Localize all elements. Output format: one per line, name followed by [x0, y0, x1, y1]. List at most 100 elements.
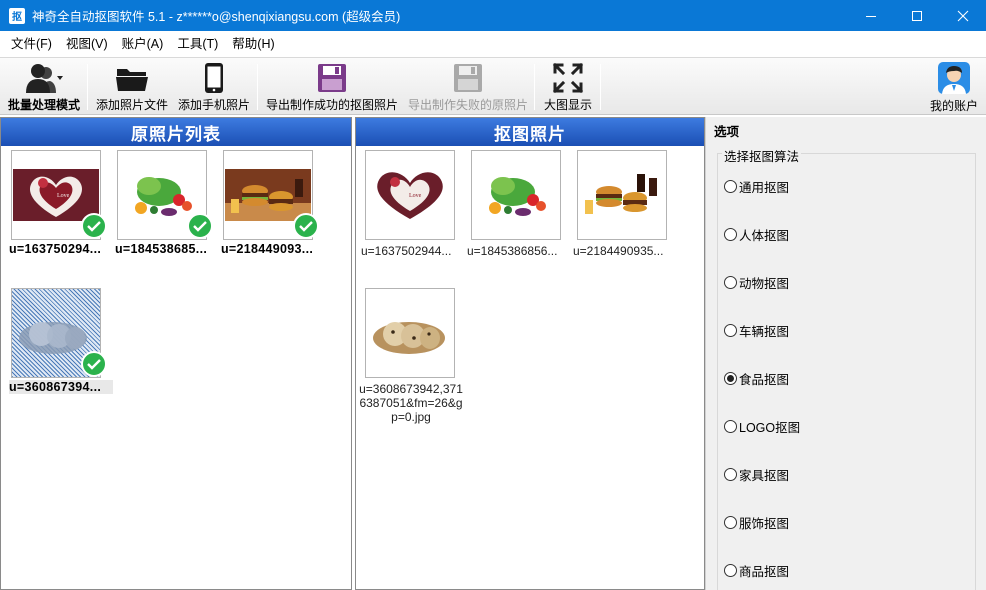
batch-mode-button[interactable]: 批量处理模式 — [6, 61, 82, 113]
svg-text:Love: Love — [57, 193, 70, 199]
radio-label: 家具抠图 — [739, 469, 790, 483]
thumbnail — [365, 288, 455, 378]
radio-product[interactable]: 商品抠图 — [724, 561, 789, 580]
save-icon — [318, 63, 346, 92]
bread-cutout-image — [373, 322, 445, 354]
radio-button[interactable] — [724, 276, 737, 289]
add-files-button[interactable]: 添加照片文件 — [94, 61, 170, 113]
toolbar-separator — [257, 64, 258, 110]
burgers-cutout-image — [585, 174, 657, 214]
minimize-icon — [866, 15, 876, 17]
thumbnail — [471, 150, 561, 240]
close-button[interactable] — [940, 0, 986, 31]
minimize-button[interactable] — [848, 0, 894, 31]
menu-bar: 文件(F) 视图(V) 账户(A) 工具(T) 帮助(H) — [0, 31, 986, 57]
menu-tools[interactable]: 工具(T) — [170, 31, 225, 57]
radio-furniture[interactable]: 家具抠图 — [724, 465, 789, 484]
file-name: u=218449093... — [221, 242, 314, 256]
burgers-image — [225, 169, 311, 221]
maximize-icon — [912, 10, 922, 21]
radio-button[interactable] — [724, 516, 737, 529]
account-avatar-icon — [938, 62, 970, 94]
options-title: 选项 — [714, 125, 740, 139]
radio-label: 动物抠图 — [739, 277, 790, 291]
algorithm-group-title: 选择抠图算法 — [722, 146, 802, 165]
radio-vehicle[interactable]: 车辆抠图 — [724, 321, 789, 340]
radio-logo[interactable]: LOGO抠图 — [724, 417, 800, 436]
file-name: u=1845386856... — [467, 244, 558, 258]
save-disabled-icon — [454, 63, 482, 92]
large-view-label: 大图显示 — [543, 98, 592, 112]
export-failed-button[interactable]: 导出制作失败的原照片 — [406, 61, 530, 113]
radio-button[interactable] — [724, 324, 737, 337]
my-account-label: 我的账户 — [929, 99, 978, 113]
file-name: u=3608673942,3716387051&fm=26&gp=0.jpg — [359, 382, 463, 424]
done-check-icon — [293, 213, 319, 239]
file-name: u=1637502944... — [361, 244, 452, 258]
export-success-button[interactable]: 导出制作成功的抠图照片 — [264, 61, 400, 113]
file-name: u=163750294... — [9, 242, 102, 256]
window-title: 神奇全自动抠图软件 5.1 - z******o@shenqixiangsu.c… — [32, 10, 401, 24]
radio-label: 车辆抠图 — [739, 325, 790, 339]
original-photos-panel: 原照片列表 Love u=163750294... u=184538685...… — [0, 117, 352, 590]
done-check-icon — [81, 213, 107, 239]
export-success-label: 导出制作成功的抠图照片 — [265, 98, 398, 112]
file-name: u=2184490935... — [573, 244, 664, 258]
radio-button[interactable] — [724, 564, 737, 577]
users-icon — [26, 63, 63, 93]
radio-button[interactable] — [724, 228, 737, 241]
file-name: u=184538685... — [115, 242, 208, 256]
radio-label: 商品抠图 — [739, 565, 790, 579]
thumbnail — [577, 150, 667, 240]
radio-button[interactable] — [724, 468, 737, 481]
radio-label: 人体抠图 — [739, 229, 790, 243]
radio-label: LOGO抠图 — [739, 421, 801, 435]
toolbar-separator — [534, 64, 535, 110]
radio-button-checked[interactable] — [724, 372, 737, 385]
radio-label: 通用抠图 — [739, 181, 790, 195]
done-check-icon — [81, 351, 107, 377]
large-view-button[interactable]: 大图显示 — [540, 61, 596, 113]
heart-cake-cutout-image: Love — [377, 172, 443, 219]
radio-animal[interactable]: 动物抠图 — [724, 273, 789, 292]
app-icon: 抠 — [9, 7, 25, 24]
add-phone-label: 添加手机照片 — [177, 98, 250, 112]
window-controls — [848, 0, 986, 31]
radio-clothing[interactable]: 服饰抠图 — [724, 513, 789, 532]
cutout-photos-header: 抠图照片 — [356, 118, 704, 146]
radio-label: 服饰抠图 — [739, 517, 790, 531]
maximize-button[interactable] — [894, 0, 940, 31]
menu-account[interactable]: 账户(A) — [115, 31, 171, 57]
svg-text:Love: Love — [409, 193, 422, 199]
add-files-label: 添加照片文件 — [95, 98, 168, 112]
radio-human[interactable]: 人体抠图 — [724, 225, 789, 244]
toolbar-separator — [600, 64, 601, 110]
toolbar-separator — [87, 64, 88, 110]
menu-view[interactable]: 视图(V) — [59, 31, 115, 57]
cutout-photos-panel: 抠图照片 Love u=1637502944... u=1845386856..… — [355, 117, 705, 590]
vegetables-cutout-image — [489, 177, 546, 216]
menu-help[interactable]: 帮助(H) — [225, 31, 281, 57]
radio-general[interactable]: 通用抠图 — [724, 177, 789, 196]
thumbnail: Love — [365, 150, 455, 240]
batch-mode-label: 批量处理模式 — [7, 98, 80, 112]
toolbar: 批量处理模式 添加照片文件 添加手机照片 导出制作成功的抠图照片 导出制作失败的… — [0, 57, 986, 115]
heart-cake-image: Love — [13, 169, 99, 221]
folder-icon — [116, 68, 148, 91]
options-panel: 选项 选择抠图算法 通用抠图 人体抠图 动物抠图 车辆抠图 食品抠图 LOGO抠… — [705, 117, 986, 590]
title-bar: 抠 神奇全自动抠图软件 5.1 - z******o@shenqixiangsu… — [0, 0, 986, 31]
phone-icon — [205, 62, 223, 93]
menu-file[interactable]: 文件(F) — [4, 31, 59, 57]
close-icon — [957, 10, 969, 21]
export-failed-label: 导出制作失败的原照片 — [407, 98, 528, 112]
done-check-icon — [187, 213, 213, 239]
my-account-button[interactable]: 我的账户 — [926, 61, 982, 113]
original-photos-header: 原照片列表 — [1, 118, 351, 146]
expand-icon — [552, 62, 584, 93]
add-phone-button[interactable]: 添加手机照片 — [176, 61, 252, 113]
file-name: u=360867394... — [9, 380, 113, 394]
radio-button[interactable] — [724, 180, 737, 193]
radio-food[interactable]: 食品抠图 — [724, 369, 789, 388]
radio-label: 食品抠图 — [739, 373, 790, 387]
radio-button[interactable] — [724, 420, 737, 433]
